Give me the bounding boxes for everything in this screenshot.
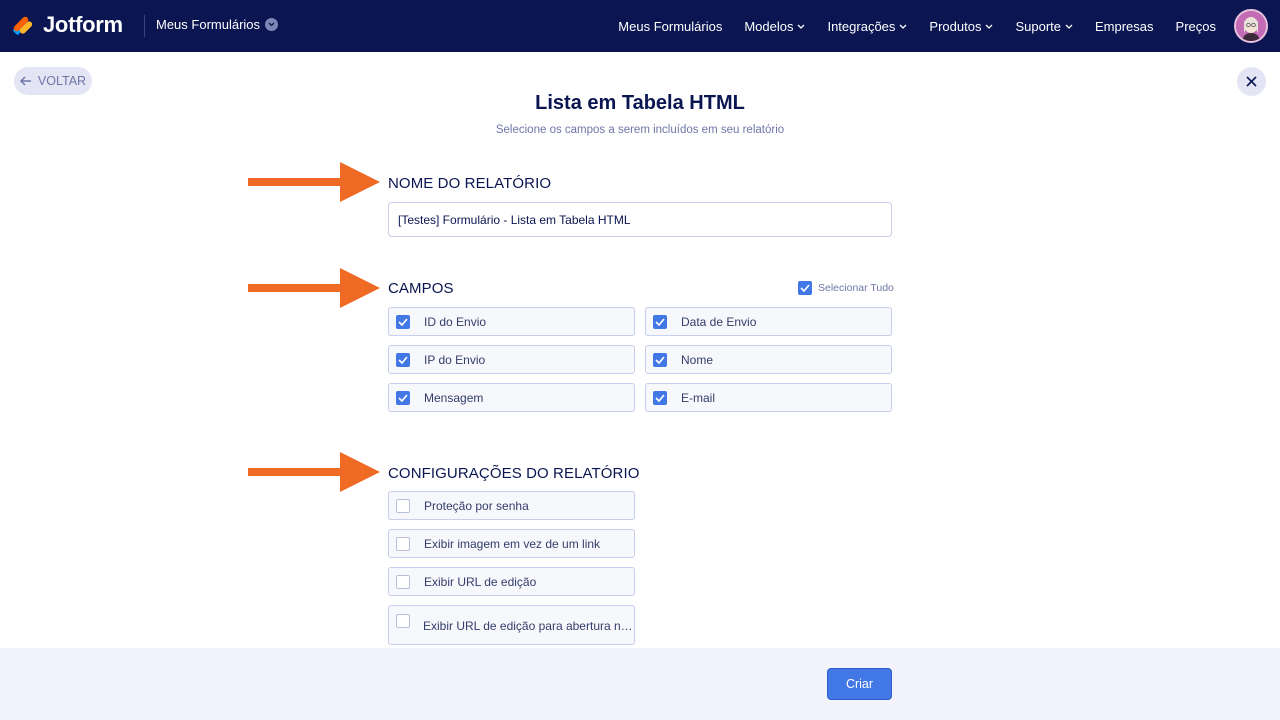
field-option-label: ID do Envio — [424, 314, 487, 329]
checkbox-checked-icon — [396, 314, 410, 329]
chevron-down-icon — [1065, 24, 1073, 29]
report-settings-heading: CONFIGURAÇÕES DO RELATÓRIO — [388, 465, 640, 482]
chevron-down-icon — [985, 24, 993, 29]
nav-link-meus-formularios[interactable]: Meus Formulários — [618, 19, 722, 34]
checkbox-checked-icon — [396, 352, 410, 367]
field-option-label: E-mail — [681, 390, 716, 405]
nav-link-empresas[interactable]: Empresas — [1095, 19, 1154, 34]
setting-option-label: Proteção por senha — [424, 498, 529, 513]
nav-link-precos[interactable]: Preços — [1176, 19, 1216, 34]
chevron-down-icon — [265, 18, 279, 31]
nav-link-integracoes[interactable]: Integrações — [827, 19, 907, 34]
annotation-arrow-icon — [248, 452, 380, 492]
field-option-id-do-envio[interactable]: ID do Envio — [388, 307, 635, 336]
report-name-input[interactable] — [388, 202, 892, 237]
report-name-heading: NOME DO RELATÓRIO — [388, 175, 552, 192]
user-avatar[interactable] — [1234, 9, 1268, 43]
jotform-logo-icon — [13, 13, 35, 37]
page-subtitle: Selecione os campos a serem incluídos em… — [495, 124, 785, 136]
annotation-arrow-icon — [248, 162, 380, 202]
field-option-nome[interactable]: Nome — [645, 345, 892, 374]
select-all-label: Selecionar Tudo — [818, 282, 894, 294]
nav-link-modelos[interactable]: Modelos — [744, 19, 805, 34]
checkbox-checked-icon — [653, 352, 667, 367]
fields-heading: CAMPOS — [388, 280, 454, 297]
checkbox-unchecked-icon — [396, 536, 410, 551]
checkbox-checked-icon — [798, 281, 812, 295]
nav-link-produtos[interactable]: Produtos — [929, 19, 993, 34]
page-title: Lista em Tabela HTML — [535, 92, 745, 114]
field-option-label: Data de Envio — [681, 314, 757, 329]
chevron-down-icon — [899, 24, 907, 29]
nav-link-suporte[interactable]: Suporte — [1015, 19, 1073, 34]
field-option-mensagem[interactable]: Mensagem — [388, 383, 635, 412]
back-label: VOLTAR — [37, 74, 87, 88]
nav-divider — [144, 15, 145, 37]
field-option-label: Mensagem — [424, 390, 484, 405]
field-option-label: IP do Envio — [424, 352, 486, 367]
my-forms-dropdown[interactable]: Meus Formulários — [156, 17, 279, 32]
field-option-email[interactable]: E-mail — [645, 383, 892, 412]
checkbox-unchecked-icon — [396, 614, 410, 628]
back-button[interactable]: VOLTAR — [14, 67, 92, 95]
setting-option-password-protection[interactable]: Proteção por senha — [388, 491, 635, 520]
arrow-left-icon — [19, 76, 31, 86]
chevron-down-icon — [797, 24, 805, 29]
checkbox-checked-icon — [653, 390, 667, 405]
setting-option-show-image[interactable]: Exibir imagem em vez de um link — [388, 529, 635, 558]
brand-name: Jotform — [43, 12, 123, 37]
checkbox-unchecked-icon — [396, 498, 410, 513]
annotation-arrow-icon — [248, 268, 380, 308]
field-option-label: Nome — [681, 352, 714, 367]
checkbox-checked-icon — [653, 314, 667, 329]
setting-option-show-edit-url[interactable]: Exibir URL de edição — [388, 567, 635, 596]
create-button[interactable]: Criar — [827, 668, 892, 700]
select-all-checkbox[interactable]: Selecionar Tudo — [798, 281, 894, 295]
setting-option-label: Exibir imagem em vez de um link — [424, 536, 601, 551]
footer-bar — [0, 648, 1280, 720]
checkbox-unchecked-icon — [396, 574, 410, 589]
my-forms-label: Meus Formulários — [156, 17, 261, 32]
setting-option-show-edit-url-new-tab[interactable]: Exibir URL de edição para abertura na ..… — [388, 605, 635, 645]
top-navbar: Jotform Meus Formulários Meus Formulário… — [0, 0, 1280, 52]
field-option-ip-do-envio[interactable]: IP do Envio — [388, 345, 635, 374]
close-icon — [1246, 76, 1257, 87]
setting-option-label: Exibir URL de edição — [424, 574, 537, 589]
checkbox-checked-icon — [396, 390, 410, 405]
jotform-logo[interactable]: Jotform — [13, 12, 123, 38]
setting-option-label: Exibir URL de edição para abertura na ..… — [423, 619, 633, 633]
field-option-data-de-envio[interactable]: Data de Envio — [645, 307, 892, 336]
nav-links: Meus Formulários Modelos Integrações Pro… — [596, 0, 1216, 52]
